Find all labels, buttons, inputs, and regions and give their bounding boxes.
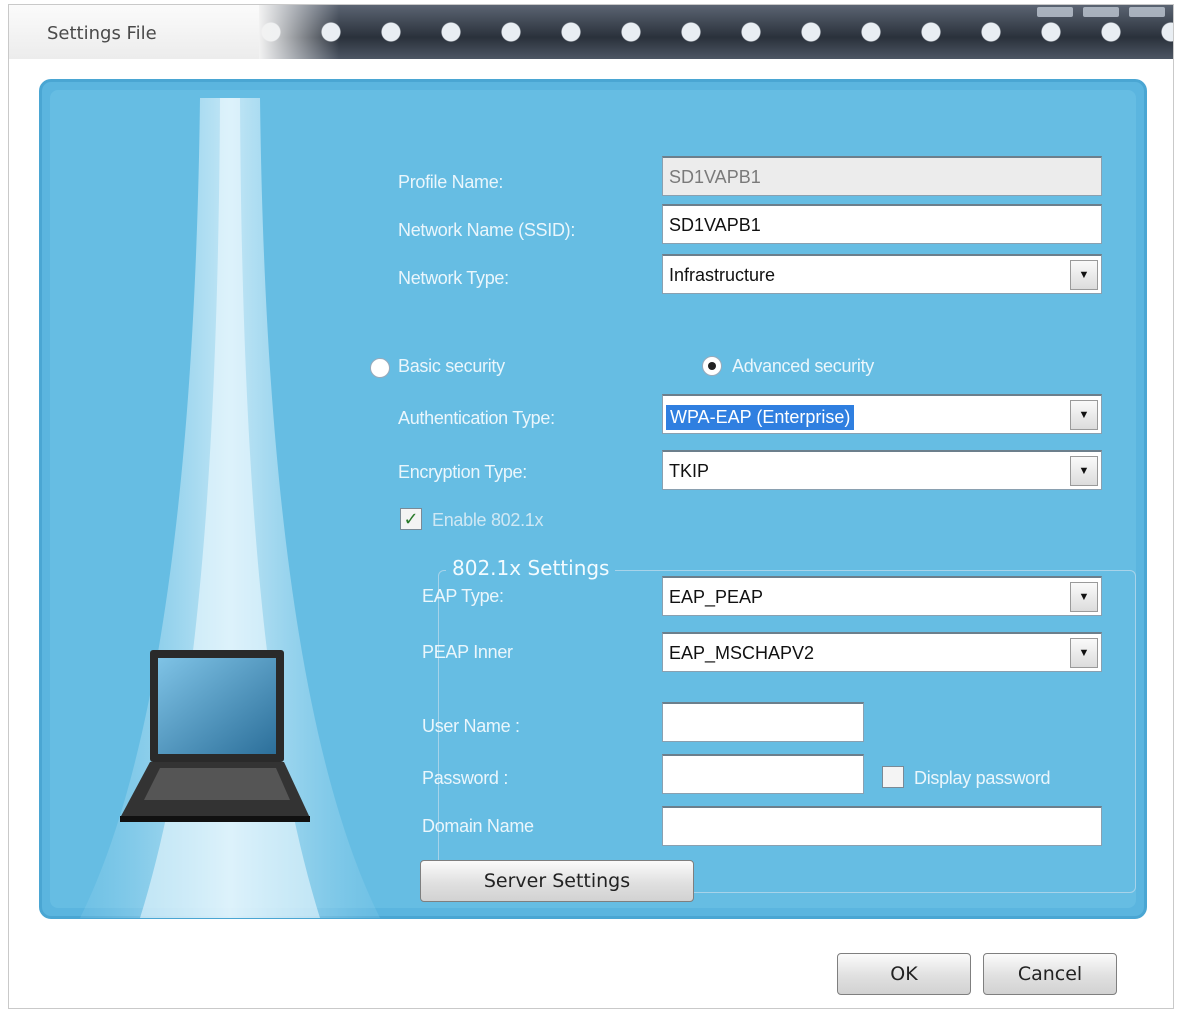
peap-inner-select[interactable]: EAP_MSCHAPV2 ▼	[662, 632, 1102, 672]
password-field[interactable]	[662, 754, 864, 794]
chevron-down-icon[interactable]: ▼	[1070, 456, 1098, 486]
basic-security-radio[interactable]	[370, 358, 390, 378]
cancel-button[interactable]: Cancel	[983, 953, 1117, 995]
peap-inner-label: PEAP Inner	[422, 642, 513, 662]
eap-type-label: EAP Type:	[422, 586, 504, 606]
advanced-security-radio[interactable]	[702, 356, 722, 376]
chevron-down-icon[interactable]: ▼	[1070, 400, 1098, 430]
basic-security-label: Basic security	[398, 356, 505, 376]
laptop-image	[120, 650, 310, 825]
chevron-down-icon[interactable]: ▼	[1070, 260, 1098, 290]
minimize-button[interactable]	[1037, 7, 1073, 17]
auth-type-select[interactable]: WPA-EAP (Enterprise) ▼	[662, 394, 1102, 434]
chevron-down-icon[interactable]: ▼	[1070, 638, 1098, 668]
eap-type-select[interactable]: EAP_PEAP ▼	[662, 576, 1102, 616]
username-field[interactable]	[662, 702, 864, 742]
username-label: User Name :	[422, 716, 520, 736]
ok-button[interactable]: OK	[837, 953, 971, 995]
ssid-field[interactable]: SD1VAPB1	[662, 204, 1102, 244]
display-password-label: Display password	[914, 768, 1051, 788]
server-settings-button[interactable]: Server Settings	[420, 860, 694, 902]
window-title: Settings File	[47, 23, 157, 44]
close-button[interactable]	[1129, 7, 1165, 17]
encryption-type-label: Encryption Type:	[398, 462, 527, 482]
domain-field[interactable]	[662, 806, 1102, 846]
advanced-security-label: Advanced security	[732, 356, 874, 376]
enable-8021x-label: Enable 802.1x	[432, 510, 544, 530]
title-decoration	[259, 5, 1173, 59]
network-type-select[interactable]: Infrastructure ▼	[662, 254, 1102, 294]
auth-type-label: Authentication Type:	[398, 408, 555, 428]
chevron-down-icon[interactable]: ▼	[1070, 582, 1098, 612]
maximize-button[interactable]	[1083, 7, 1119, 17]
display-password-checkbox[interactable]	[882, 766, 904, 788]
window-controls	[1037, 7, 1165, 21]
settings-8021x-title: 802.1x Settings	[446, 556, 616, 580]
domain-label: Domain Name	[422, 816, 534, 836]
profile-name-field: SD1VAPB1	[662, 156, 1102, 196]
settings-window: Settings File Profile Name: SD1VAPB1 Net…	[8, 4, 1174, 1009]
title-tab: Settings File	[9, 5, 294, 59]
enable-8021x-checkbox[interactable]: ✓	[400, 508, 422, 530]
network-type-label: Network Type:	[398, 268, 509, 288]
ssid-label: Network Name (SSID):	[398, 220, 576, 240]
profile-name-label: Profile Name:	[398, 172, 504, 192]
settings-panel: Profile Name: SD1VAPB1 Network Name (SSI…	[39, 79, 1147, 919]
encryption-type-select[interactable]: TKIP ▼	[662, 450, 1102, 490]
password-label: Password :	[422, 768, 509, 788]
